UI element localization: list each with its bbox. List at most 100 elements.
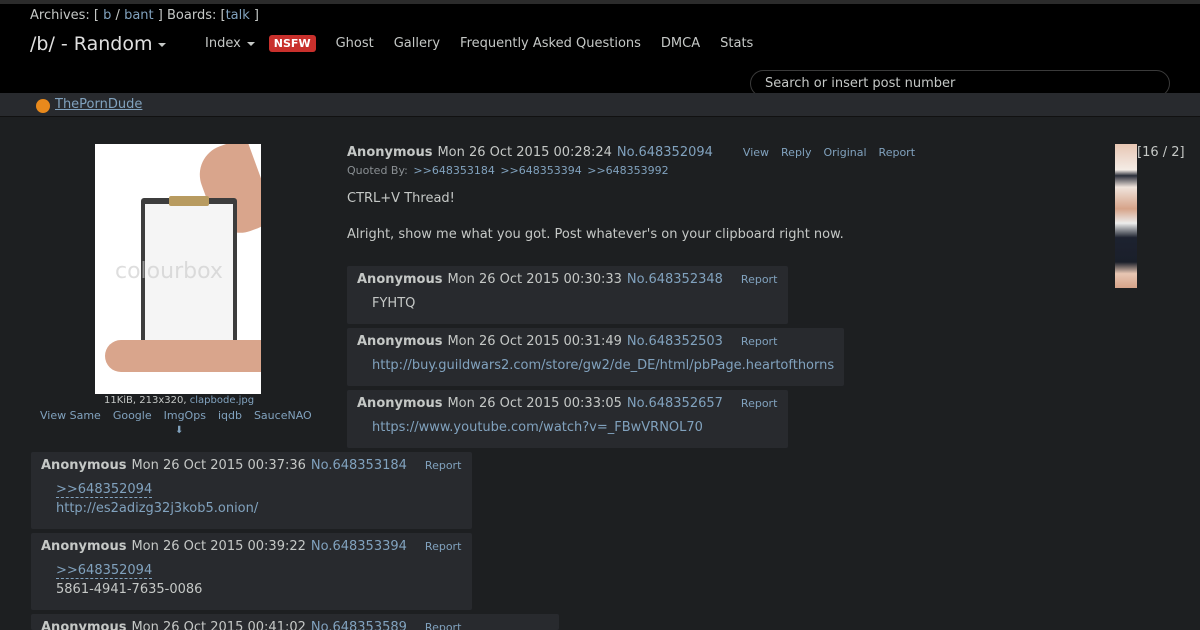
report-button[interactable]: Report bbox=[425, 621, 461, 630]
nav-faq[interactable]: Frequently Asked Questions bbox=[460, 36, 641, 51]
reply-post: Anonymous Mon 26 Oct 2015 00:41:02 No.64… bbox=[31, 614, 559, 630]
reply-author: Anonymous bbox=[41, 620, 127, 630]
archives-bar: Archives: [ b / bant ] Boards: [talk ] bbox=[30, 8, 259, 23]
reply-link[interactable]: http://es2adizg32j3kob5.onion/ bbox=[56, 501, 258, 516]
reply-text: 5861-4941-7635-0086 bbox=[56, 582, 203, 597]
nav-index-dropdown[interactable]: Index bbox=[205, 36, 255, 51]
quoted-by-label: Quoted By: bbox=[347, 164, 408, 177]
reply-text: FYHTQ bbox=[372, 296, 416, 311]
original-button[interactable]: Original bbox=[824, 146, 867, 159]
reply-body: http://buy.guildwars2.com/store/gw2/de_D… bbox=[372, 358, 834, 373]
reply-date: Mon 26 Oct 2015 00:33:05 bbox=[447, 396, 622, 411]
report-button[interactable]: Report bbox=[741, 273, 777, 286]
nav-ghost[interactable]: Ghost bbox=[336, 36, 374, 51]
thumbnail-watermark: colourbox bbox=[115, 259, 223, 284]
reply-header: Anonymous Mon 26 Oct 2015 00:41:02 No.64… bbox=[41, 620, 461, 630]
google-link[interactable]: Google bbox=[113, 409, 152, 422]
reply-body: >>648352094 http://es2adizg32j3kob5.onio… bbox=[56, 482, 258, 516]
view-button[interactable]: View bbox=[743, 146, 769, 159]
archive-link-bant[interactable]: bant bbox=[124, 8, 154, 23]
reply-author: Anonymous bbox=[357, 272, 443, 287]
reply-author: Anonymous bbox=[41, 458, 127, 473]
thumbnail-clip bbox=[169, 196, 209, 206]
nav-gallery[interactable]: Gallery bbox=[394, 36, 440, 51]
reply-header: Anonymous Mon 26 Oct 2015 00:31:49 No.64… bbox=[357, 334, 777, 349]
op-date: Mon 26 Oct 2015 00:28:24 bbox=[437, 145, 612, 160]
archive-link-b[interactable]: b bbox=[103, 8, 111, 23]
quote-link[interactable]: >>648352094 bbox=[56, 482, 153, 498]
nav-stats[interactable]: Stats bbox=[720, 36, 753, 51]
reply-date: Mon 26 Oct 2015 00:37:36 bbox=[131, 458, 306, 473]
reply-date: Mon 26 Oct 2015 00:41:02 bbox=[131, 620, 306, 630]
reply-post: Anonymous Mon 26 Oct 2015 00:33:05 No.64… bbox=[347, 390, 788, 448]
image-search-links: View Same Google ImgOps iqdb SauceNAO bbox=[40, 409, 324, 422]
reply-post-number[interactable]: No.648353589 bbox=[311, 620, 407, 630]
board-title: /b/ - Random bbox=[30, 33, 153, 55]
op-thumbnail[interactable]: colourbox bbox=[95, 144, 261, 394]
thumbnail-hand-bottom bbox=[105, 340, 261, 372]
nsfw-badge: NSFW bbox=[268, 35, 316, 52]
report-button[interactable]: Report bbox=[741, 397, 777, 410]
file-size: 11KiB, 213x320, bbox=[104, 395, 187, 406]
ad-link[interactable]: ThePornDude bbox=[55, 97, 142, 112]
gallery-side-thumbnail[interactable] bbox=[1115, 144, 1137, 288]
boards-label: ] Boards: [ bbox=[157, 8, 226, 23]
chevron-down-icon bbox=[246, 41, 255, 46]
reply-post-number[interactable]: No.648352503 bbox=[627, 334, 723, 349]
report-button[interactable]: Report bbox=[425, 459, 461, 472]
reply-date: Mon 26 Oct 2015 00:39:22 bbox=[131, 539, 306, 554]
gallery-counter: [16 / 2] bbox=[1137, 145, 1185, 160]
reply-post: Anonymous Mon 26 Oct 2015 00:30:33 No.64… bbox=[347, 266, 788, 324]
archives-separator: / bbox=[115, 8, 120, 23]
quoted-by-link[interactable]: >>648353992 bbox=[587, 164, 668, 177]
reply-body: FYHTQ bbox=[372, 296, 415, 311]
reply-post: Anonymous Mon 26 Oct 2015 00:37:36 No.64… bbox=[31, 452, 472, 529]
nav-dmca[interactable]: DMCA bbox=[661, 36, 700, 51]
op-post-number[interactable]: No.648352094 bbox=[617, 145, 713, 160]
reply-link[interactable]: http://buy.guildwars2.com/store/gw2/de_D… bbox=[372, 358, 834, 373]
reply-header: Anonymous Mon 26 Oct 2015 00:33:05 No.64… bbox=[357, 396, 777, 411]
board-link-talk[interactable]: talk bbox=[226, 8, 250, 23]
op-actions: View Reply Original Report bbox=[743, 146, 927, 159]
reply-author: Anonymous bbox=[357, 396, 443, 411]
chevron-down-icon bbox=[158, 42, 167, 47]
reply-author: Anonymous bbox=[357, 334, 443, 349]
report-button[interactable]: Report bbox=[741, 335, 777, 348]
boards-end: ] bbox=[253, 8, 259, 23]
quoted-by-link[interactable]: >>648353184 bbox=[413, 164, 494, 177]
saucenao-link[interactable]: SauceNAO bbox=[254, 409, 312, 422]
report-button[interactable]: Report bbox=[425, 540, 461, 553]
archives-label: Archives: [ bbox=[30, 8, 99, 23]
quoted-by: Quoted By: >>648353184 >>648353394 >>648… bbox=[347, 164, 669, 177]
reply-post-number[interactable]: No.648352348 bbox=[627, 272, 723, 287]
op-post-header: Anonymous Mon 26 Oct 2015 00:28:24 No.64… bbox=[347, 145, 927, 160]
reply-body: https://www.youtube.com/watch?v=_FBwVRNO… bbox=[372, 420, 703, 435]
iqdb-link[interactable]: iqdb bbox=[218, 409, 242, 422]
top-navbar: Archives: [ b / bant ] Boards: [talk ] /… bbox=[0, 0, 1200, 97]
reply-header: Anonymous Mon 26 Oct 2015 00:39:22 No.64… bbox=[41, 539, 461, 554]
reply-body: >>648352094 5861-4941-7635-0086 bbox=[56, 563, 202, 597]
quote-link[interactable]: >>648352094 bbox=[56, 563, 153, 579]
reply-post-number[interactable]: No.648353394 bbox=[311, 539, 407, 554]
reply-link[interactable]: https://www.youtube.com/watch?v=_FBwVRNO… bbox=[372, 420, 703, 435]
op-author: Anonymous bbox=[347, 145, 433, 160]
reply-author: Anonymous bbox=[41, 539, 127, 554]
file-name-link[interactable]: clapbode.jpg bbox=[190, 395, 254, 406]
op-body: Alright, show me what you got. Post what… bbox=[347, 227, 844, 242]
reply-post: Anonymous Mon 26 Oct 2015 00:39:22 No.64… bbox=[31, 533, 472, 610]
main-nav: Index NSFW Ghost Gallery Frequently Aske… bbox=[205, 35, 773, 52]
report-button[interactable]: Report bbox=[879, 146, 915, 159]
view-same-link[interactable]: View Same bbox=[40, 409, 101, 422]
reply-date: Mon 26 Oct 2015 00:30:33 bbox=[447, 272, 622, 287]
reply-button[interactable]: Reply bbox=[781, 146, 811, 159]
reply-header: Anonymous Mon 26 Oct 2015 00:37:36 No.64… bbox=[41, 458, 461, 473]
ad-logo-icon bbox=[36, 99, 50, 113]
reply-post-number[interactable]: No.648353184 bbox=[311, 458, 407, 473]
reply-header: Anonymous Mon 26 Oct 2015 00:30:33 No.64… bbox=[357, 272, 777, 287]
download-icon[interactable]: ⬇ bbox=[175, 426, 185, 436]
imgops-link[interactable]: ImgOps bbox=[164, 409, 206, 422]
ad-bar: ThePornDude bbox=[0, 93, 1200, 117]
board-title-dropdown[interactable]: /b/ - Random bbox=[30, 33, 167, 55]
quoted-by-link[interactable]: >>648353394 bbox=[500, 164, 581, 177]
reply-post-number[interactable]: No.648352657 bbox=[627, 396, 723, 411]
